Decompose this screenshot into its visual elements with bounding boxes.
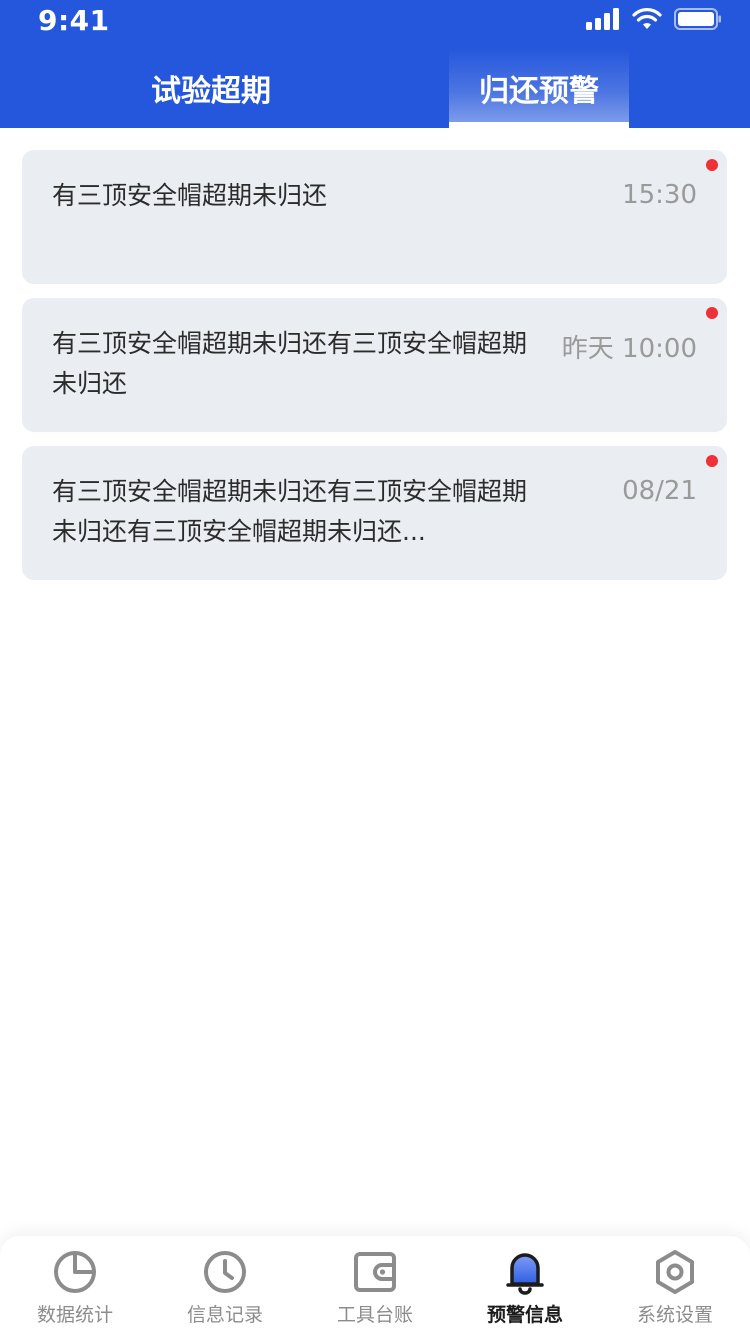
alert-time: 08/21	[622, 476, 697, 506]
unread-dot	[706, 455, 718, 467]
cellular-signal-icon	[586, 8, 620, 30]
alert-card[interactable]: 有三顶安全帽超期未归还有三顶安全帽超期未归还有三顶安全帽超期未归还... 08/…	[22, 446, 727, 580]
status-bar: 9:41	[0, 0, 750, 40]
hexagon-settings-icon	[651, 1248, 699, 1296]
nav-label: 预警信息	[486, 1304, 563, 1326]
clock-icon	[201, 1248, 249, 1296]
header: 9:41 试验超期 归还预警	[0, 0, 750, 128]
tab-bar: 试验超期 归还预警	[0, 48, 750, 128]
tab-label: 归还预警	[479, 74, 599, 109]
nav-item-data-statistics[interactable]: 数据统计	[0, 1236, 150, 1334]
status-time: 9:41	[38, 4, 110, 37]
alert-card[interactable]: 有三顶安全帽超期未归还有三顶安全帽超期未归还 昨天 10:00	[22, 298, 727, 432]
nav-item-tool-ledger[interactable]: 工具台账	[300, 1236, 450, 1334]
bottom-nav: 数据统计 信息记录 工具台账 预警信息 系统设置	[0, 1236, 750, 1334]
unread-dot	[706, 307, 718, 319]
alert-text: 有三顶安全帽超期未归还有三顶安全帽超期未归还	[52, 329, 528, 398]
alert-text: 有三顶安全帽超期未归还	[52, 181, 328, 210]
app-screen: 9:41 试验超期 归还预警 有三顶安全帽超期未归还 15:30 有三顶安全帽超…	[0, 0, 750, 1334]
wifi-icon	[632, 8, 662, 30]
status-icons	[586, 8, 722, 30]
unread-dot	[706, 159, 718, 171]
alert-card[interactable]: 有三顶安全帽超期未归还 15:30	[22, 150, 727, 284]
bell-icon	[501, 1248, 549, 1296]
tab-label: 试验超期	[151, 74, 271, 109]
nav-item-info-records[interactable]: 信息记录	[150, 1236, 300, 1334]
nav-label: 信息记录	[186, 1304, 263, 1326]
nav-item-system-settings[interactable]: 系统设置	[600, 1236, 750, 1334]
tab-return-warning[interactable]: 归还预警	[449, 48, 629, 128]
alert-time: 15:30	[622, 180, 697, 210]
alert-text: 有三顶安全帽超期未归还有三顶安全帽超期未归还有三顶安全帽超期未归还...	[52, 477, 528, 546]
alert-list: 有三顶安全帽超期未归还 15:30 有三顶安全帽超期未归还有三顶安全帽超期未归还…	[22, 150, 727, 594]
battery-icon	[674, 8, 722, 30]
tab-trial-overdue[interactable]: 试验超期	[121, 48, 301, 128]
wallet-icon	[351, 1248, 399, 1296]
nav-label: 数据统计	[36, 1304, 113, 1326]
nav-label: 系统设置	[636, 1304, 713, 1326]
nav-label: 工具台账	[336, 1304, 413, 1326]
pie-chart-icon	[51, 1248, 99, 1296]
alert-time: 昨天 10:00	[561, 334, 697, 364]
nav-item-warning-info[interactable]: 预警信息	[450, 1236, 600, 1334]
